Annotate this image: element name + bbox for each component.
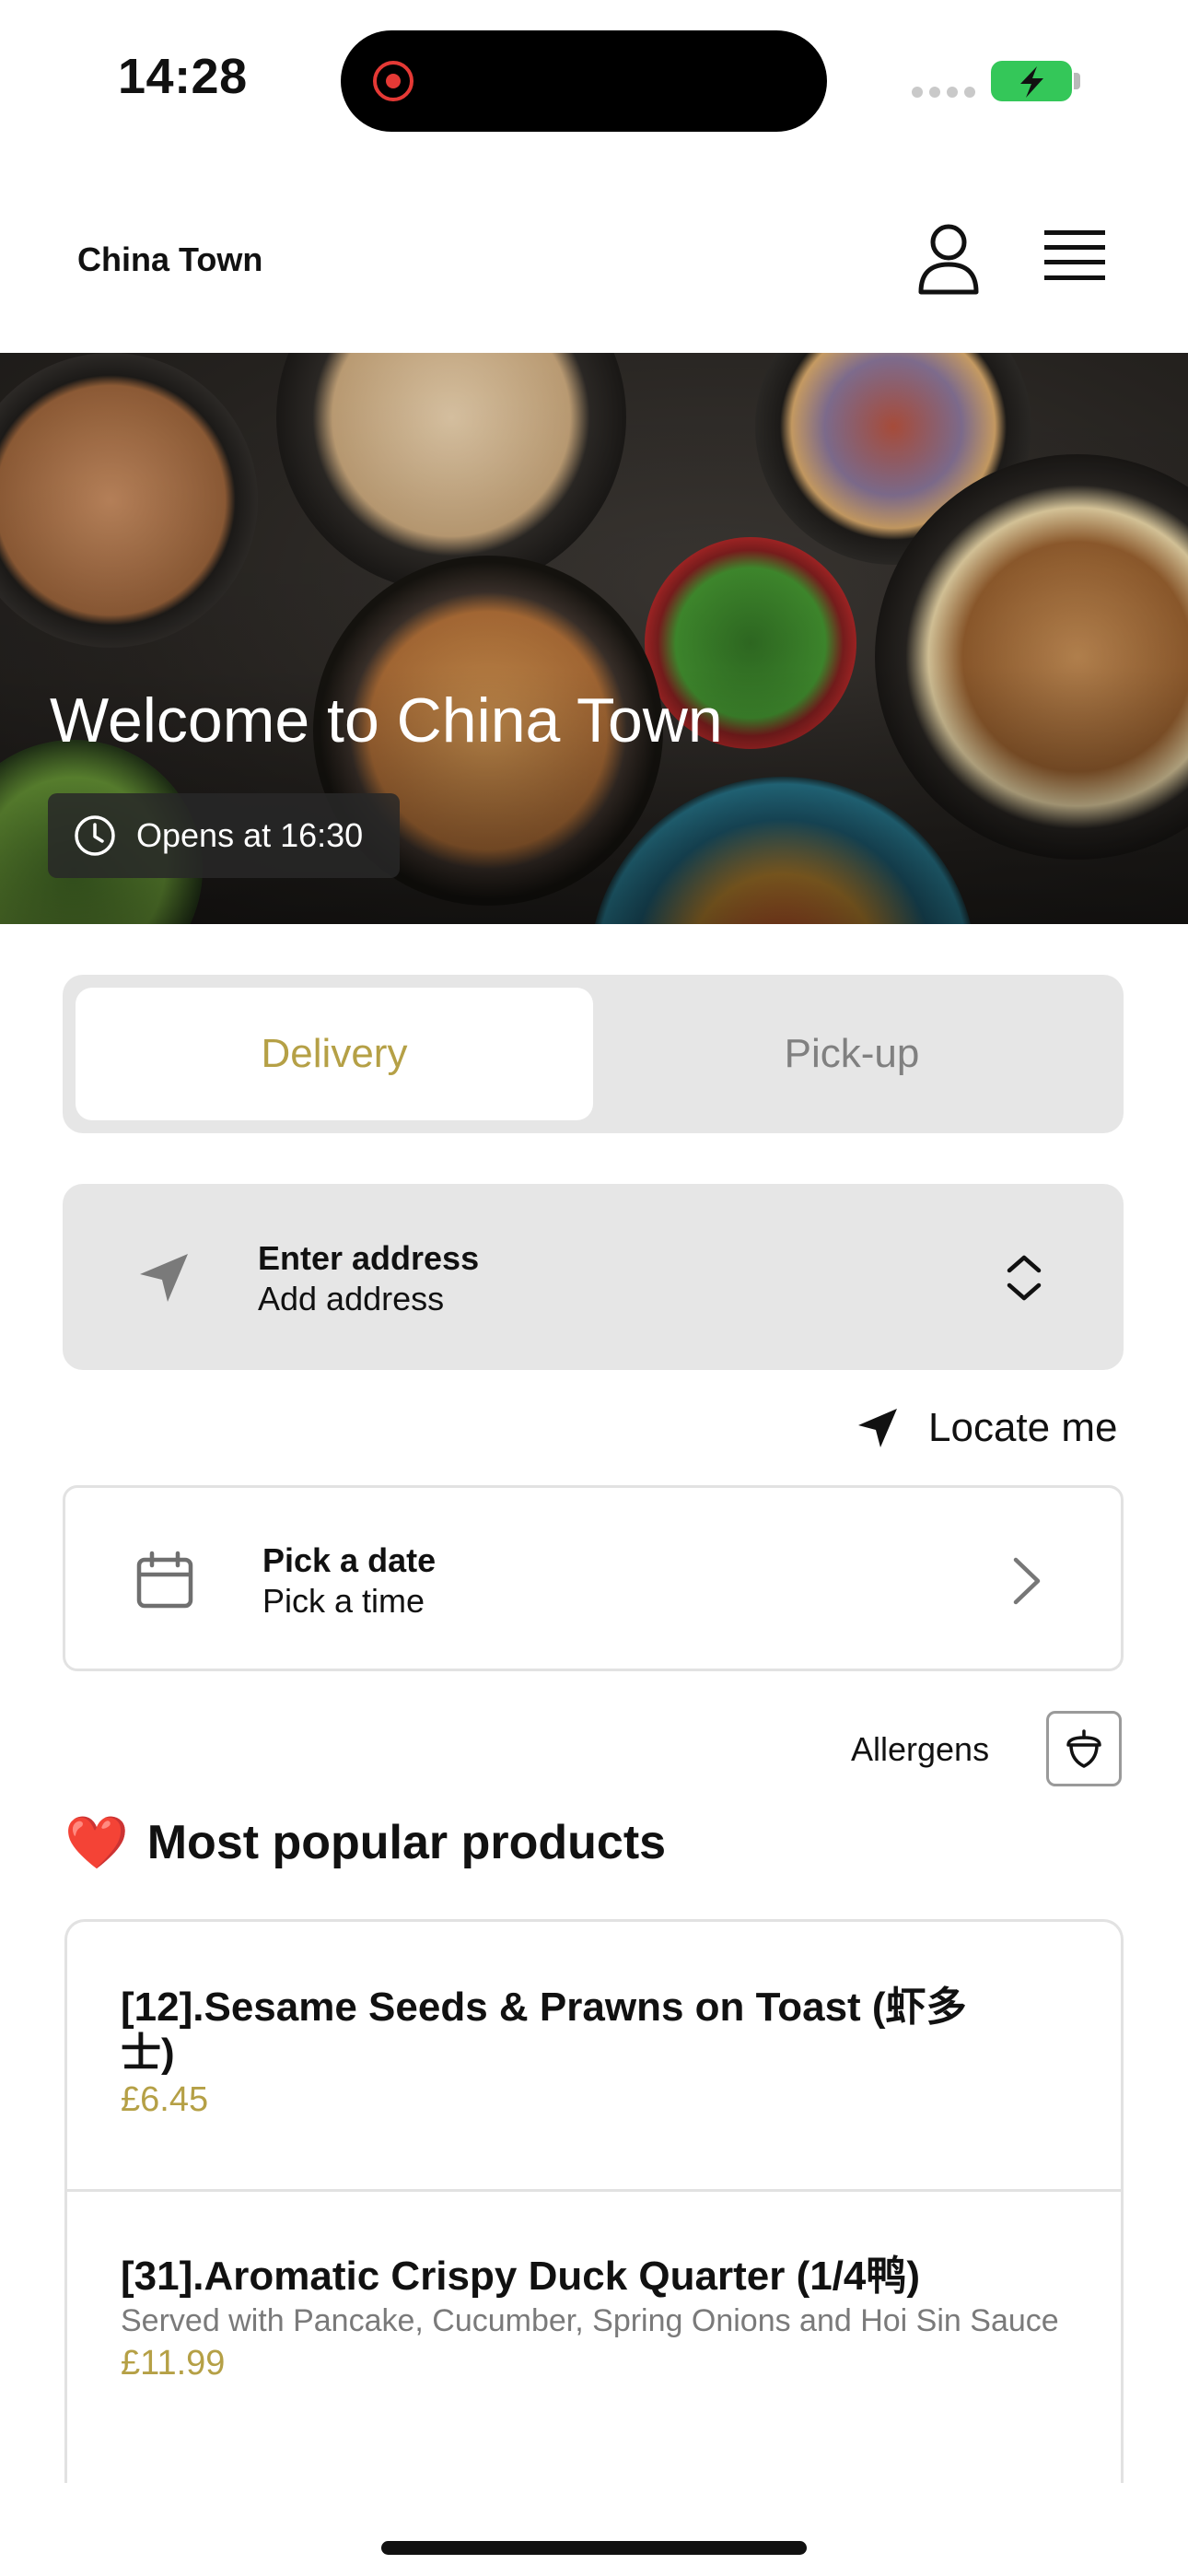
acorn-icon xyxy=(1066,1729,1101,1768)
product-price: £6.45 xyxy=(121,2080,209,2119)
address-selector[interactable]: Enter address Add address xyxy=(63,1184,1124,1370)
status-bar: 14:28 xyxy=(0,0,1188,161)
location-arrow-icon xyxy=(858,1409,897,1447)
chevron-right-icon xyxy=(1013,1557,1041,1605)
calendar-icon xyxy=(136,1551,193,1609)
product-description: Served with Pancake, Cucumber, Spring On… xyxy=(121,2303,1059,2338)
user-icon[interactable] xyxy=(916,222,981,296)
product-name: [31].Aromatic Crispy Duck Quarter (1/4鸭) xyxy=(121,2254,921,2299)
popular-products-title: Most popular products xyxy=(146,1816,667,1869)
locate-me-label: Locate me xyxy=(928,1405,1118,1450)
status-time: 14:28 xyxy=(118,49,248,104)
product-divider xyxy=(67,2189,1121,2192)
brand-name[interactable]: China Town xyxy=(77,240,262,279)
delivery-tab[interactable]: Delivery xyxy=(76,988,593,1120)
signal-icon xyxy=(912,87,975,98)
product-card[interactable]: [31].Aromatic Crispy Duck Quarter (1/4鸭)… xyxy=(67,2254,1121,2384)
locate-me-button[interactable]: Locate me xyxy=(855,1400,1117,1456)
app-header: China Town xyxy=(0,161,1188,353)
address-title: Enter address xyxy=(258,1239,480,1277)
heart-icon: ❤️ xyxy=(64,1813,129,1871)
schedule-time-label: Pick a time xyxy=(262,1582,425,1620)
allergens-button[interactable] xyxy=(1046,1711,1122,1786)
hero-banner: Welcome to China Town Opens at 16:30 xyxy=(0,353,1188,924)
battery-icon xyxy=(991,61,1072,101)
menu-icon[interactable] xyxy=(1044,228,1105,285)
home-indicator xyxy=(381,2541,807,2555)
product-name: [12].Sesame Seeds & Prawns on Toast (虾多士… xyxy=(121,1985,967,2076)
product-price: £11.99 xyxy=(121,2344,226,2383)
battery-cap xyxy=(1074,73,1080,89)
schedule-picker[interactable]: Pick a date Pick a time xyxy=(63,1485,1124,1671)
dynamic-island xyxy=(341,30,827,132)
recording-icon xyxy=(373,61,413,101)
allergens-label: Allergens xyxy=(851,1730,990,1768)
product-card[interactable]: [12].Sesame Seeds & Prawns on Toast (虾多士… xyxy=(67,1985,1121,2121)
navigation-arrow-icon xyxy=(140,1254,188,1302)
pickup-tab[interactable]: Pick-up xyxy=(593,988,1111,1120)
chevron-up-down-icon xyxy=(1007,1255,1042,1301)
address-subtitle: Add address xyxy=(258,1280,445,1317)
opening-hours-chip: Opens at 16:30 xyxy=(48,793,400,878)
popular-products-heading: ❤️ Most popular products xyxy=(64,1811,666,1874)
hero-title: Welcome to China Town xyxy=(50,685,723,755)
schedule-date-label: Pick a date xyxy=(262,1541,437,1579)
opening-hours-text: Opens at 16:30 xyxy=(136,816,364,854)
clock-icon xyxy=(75,815,115,856)
order-mode-toggle: Delivery Pick-up xyxy=(63,975,1124,1133)
popular-products-list: [12].Sesame Seeds & Prawns on Toast (虾多士… xyxy=(64,1919,1124,2483)
